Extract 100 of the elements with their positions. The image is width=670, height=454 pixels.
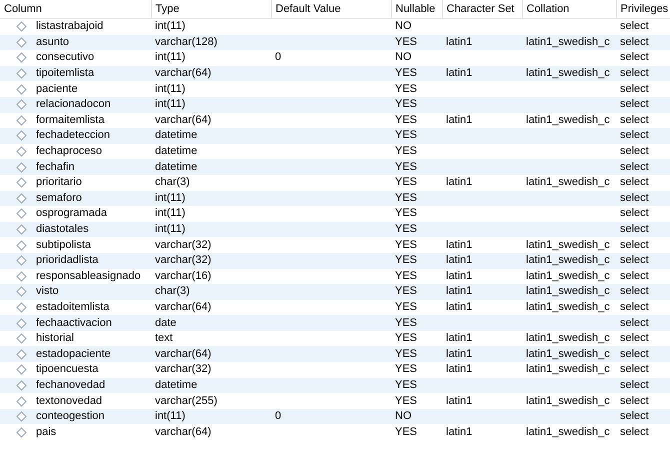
column-header[interactable]: Character Set bbox=[446, 3, 514, 15]
nullable-cell: YES bbox=[395, 82, 418, 95]
type-cell: datetime bbox=[155, 145, 198, 158]
diamond-icon bbox=[16, 364, 27, 376]
privileges-cell: select bbox=[620, 426, 649, 438]
charset-cell: latin1 bbox=[446, 254, 472, 266]
diamond-icon bbox=[16, 318, 27, 329]
nullable-cell: YES bbox=[395, 192, 418, 204]
nullable-cell: YES bbox=[395, 348, 418, 360]
nullable-cell: YES bbox=[395, 254, 418, 266]
type-cell: date bbox=[155, 316, 176, 329]
collation-cell: latin1_swedish_c bbox=[526, 254, 610, 266]
type-cell: varchar(64) bbox=[155, 348, 212, 360]
column-cell: consecutivo bbox=[36, 50, 94, 66]
diamond-icon bbox=[16, 255, 27, 266]
privileges-cell: select bbox=[620, 207, 649, 220]
type-cell: int(11) bbox=[155, 223, 186, 236]
type-cell: int(11) bbox=[155, 192, 186, 204]
diamond-icon bbox=[16, 177, 27, 188]
privileges-cell: select bbox=[620, 114, 649, 126]
collation-cell: latin1_swedish_c bbox=[526, 332, 610, 344]
type-cell: int(11) bbox=[155, 207, 186, 220]
nullable-cell: YES bbox=[395, 67, 418, 80]
column-cell: diastotales bbox=[36, 222, 89, 238]
charset-cell: latin1 bbox=[446, 332, 472, 344]
type-cell: int(11) bbox=[155, 98, 186, 110]
column-cell: subtipolista bbox=[36, 238, 92, 253]
type-cell: varchar(32) bbox=[155, 254, 212, 266]
privileges-cell: select bbox=[620, 285, 649, 298]
charset-cell: latin1 bbox=[446, 176, 472, 188]
nullable-cell: YES bbox=[395, 129, 418, 142]
column-header[interactable]: Nullable bbox=[396, 3, 436, 15]
charset-cell: latin1 bbox=[446, 348, 472, 360]
column-cell: semaforo bbox=[36, 190, 82, 206]
default-cell: 0 bbox=[275, 410, 282, 422]
column-cell: conteogestion bbox=[36, 409, 104, 424]
column-header[interactable]: Collation bbox=[526, 3, 570, 15]
privileges-cell: select bbox=[620, 378, 649, 391]
privileges-cell: select bbox=[620, 270, 649, 282]
charset-cell: latin1 bbox=[446, 300, 472, 313]
nullable-cell: NO bbox=[395, 20, 412, 32]
type-cell: datetime bbox=[155, 160, 198, 173]
diamond-icon bbox=[16, 396, 27, 407]
collation-cell: latin1_swedish_c bbox=[526, 285, 610, 298]
charset-cell: latin1 bbox=[446, 426, 472, 438]
nullable-cell: YES bbox=[395, 426, 418, 438]
diamond-icon bbox=[16, 84, 27, 95]
diamond-icon bbox=[16, 270, 27, 282]
column-cell: asunto bbox=[36, 34, 70, 50]
column-cell: relacionadocon bbox=[36, 97, 111, 112]
nullable-cell: YES bbox=[395, 36, 418, 48]
type-cell: varchar(32) bbox=[155, 238, 212, 251]
column-cell: fechaactivacion bbox=[36, 316, 112, 331]
nullable-cell: YES bbox=[395, 207, 418, 220]
charset-cell: latin1 bbox=[446, 36, 472, 48]
charset-cell: latin1 bbox=[446, 67, 472, 80]
privileges-cell: select bbox=[620, 98, 649, 110]
nullable-cell: YES bbox=[395, 300, 418, 313]
diamond-icon bbox=[16, 380, 27, 391]
column-cell: visto bbox=[36, 284, 59, 300]
charset-cell: latin1 bbox=[446, 238, 472, 251]
column-header[interactable]: Privileges bbox=[620, 3, 668, 15]
column-cell: fechafin bbox=[36, 160, 75, 175]
column-header[interactable]: Column bbox=[4, 3, 42, 15]
type-cell: int(11) bbox=[155, 410, 186, 422]
nullable-cell: YES bbox=[395, 114, 418, 126]
type-cell: varchar(16) bbox=[155, 270, 212, 282]
nullable-cell: YES bbox=[395, 98, 418, 110]
type-cell: varchar(255) bbox=[155, 394, 218, 407]
privileges-cell: select bbox=[620, 129, 649, 142]
privileges-cell: select bbox=[620, 238, 649, 251]
privileges-cell: select bbox=[620, 394, 649, 407]
type-cell: datetime bbox=[155, 129, 198, 142]
diamond-icon bbox=[16, 240, 27, 251]
nullable-cell: YES bbox=[395, 270, 418, 282]
privileges-cell: select bbox=[620, 410, 649, 422]
diamond-icon bbox=[16, 146, 27, 158]
nullable-cell: YES bbox=[395, 378, 418, 391]
collation-cell: latin1_swedish_c bbox=[526, 270, 610, 282]
diamond-icon bbox=[16, 162, 27, 173]
privileges-cell: select bbox=[620, 160, 649, 173]
privileges-cell: select bbox=[620, 145, 649, 158]
type-cell: int(11) bbox=[155, 51, 186, 64]
type-cell: datetime bbox=[155, 378, 198, 391]
type-cell: varchar(64) bbox=[155, 114, 212, 126]
privileges-cell: select bbox=[620, 348, 649, 360]
diamond-icon bbox=[16, 36, 27, 48]
column-header[interactable]: Type bbox=[156, 3, 180, 15]
column-cell: prioritario bbox=[36, 175, 82, 190]
column-header[interactable]: Default Value bbox=[276, 3, 341, 15]
privileges-cell: select bbox=[620, 254, 649, 266]
nullable-cell: NO bbox=[395, 51, 412, 64]
column-cell: formaitemlista bbox=[36, 112, 104, 128]
collation-cell: latin1_swedish_c bbox=[526, 67, 610, 80]
collation-cell: latin1_swedish_c bbox=[526, 363, 610, 376]
diamond-icon bbox=[16, 333, 27, 344]
type-cell: char(3) bbox=[155, 285, 190, 298]
privileges-cell: select bbox=[620, 82, 649, 95]
type-cell: text bbox=[155, 332, 173, 344]
privileges-cell: select bbox=[620, 192, 649, 204]
